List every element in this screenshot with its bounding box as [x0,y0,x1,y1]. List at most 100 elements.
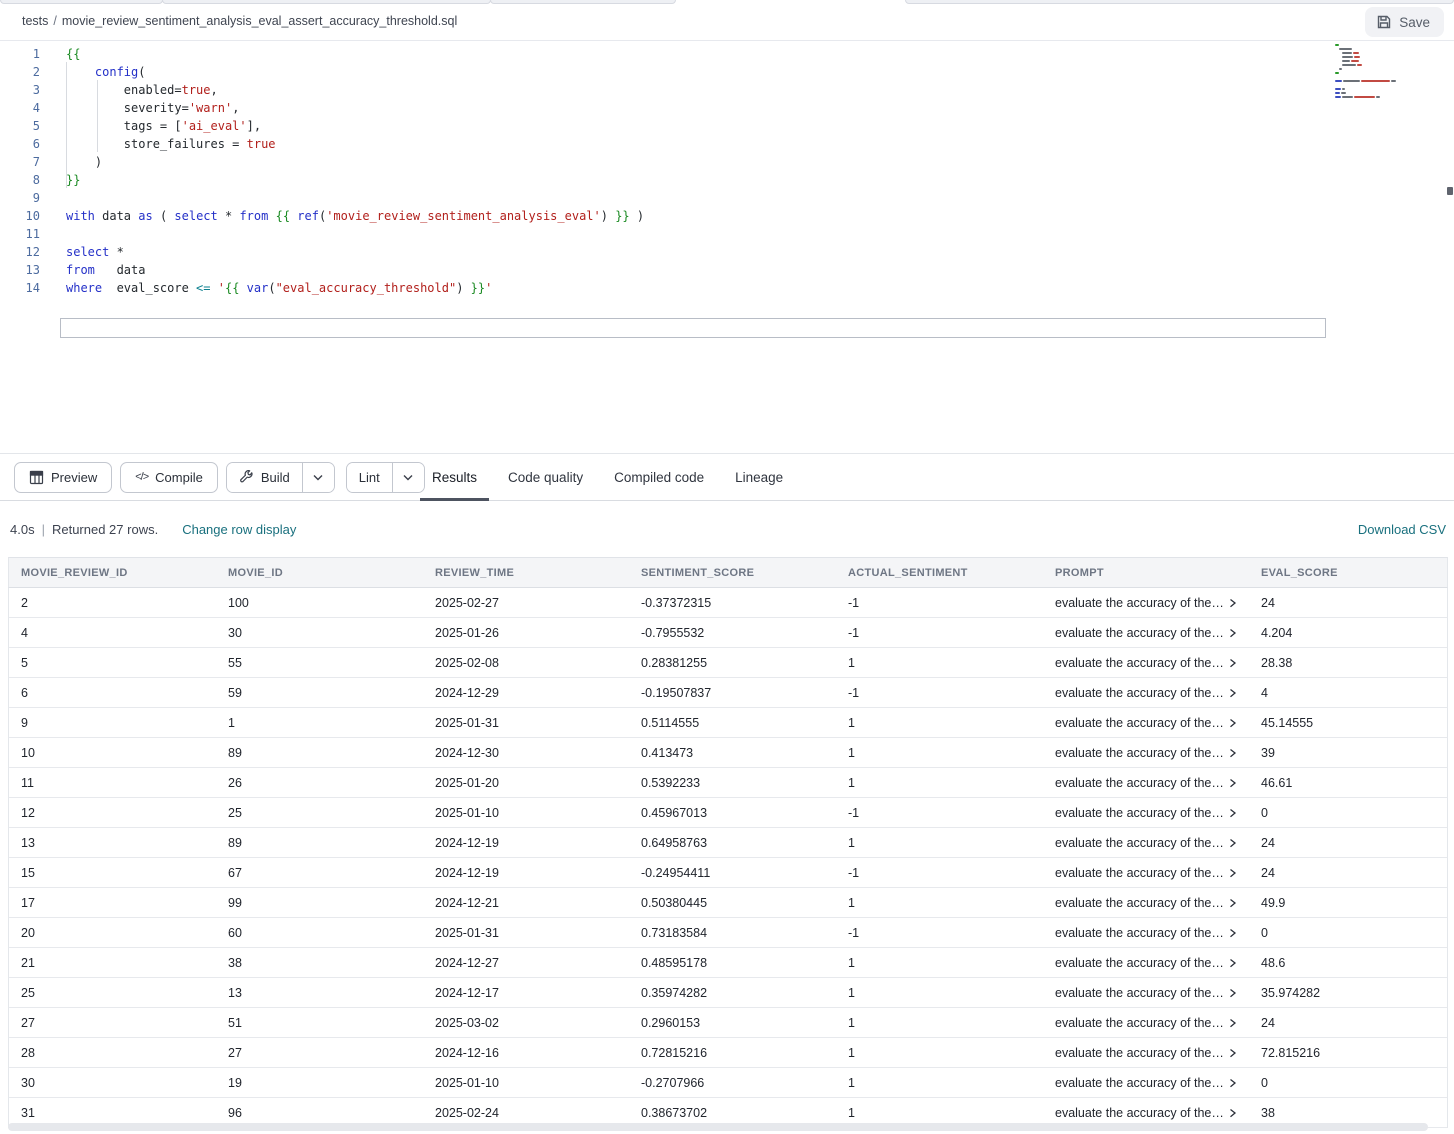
expand-prompt-icon[interactable] [1228,808,1237,818]
tab-results[interactable]: Results [420,454,489,501]
table-row[interactable]: 6592024-12-29-0.19507837-1evaluate the a… [8,678,1448,708]
prompt-text: evaluate the accuracy of the res… [1055,1106,1224,1120]
table-row[interactable]: 27512025-03-020.29601531evaluate the acc… [8,1008,1448,1038]
table-row[interactable]: 912025-01-310.51145551evaluate the accur… [8,708,1448,738]
save-button[interactable]: Save [1365,7,1444,37]
expand-prompt-icon[interactable] [1228,658,1237,668]
expand-prompt-icon[interactable] [1228,748,1237,758]
cell: 0 [1249,918,1447,947]
code-line[interactable]: 13from data [0,261,1454,279]
expand-prompt-icon[interactable] [1228,1108,1237,1118]
code-line[interactable]: 7 ) [0,153,1454,171]
code-line[interactable]: 4 severity='warn', [0,99,1454,117]
code-token: }} [615,209,629,223]
download-csv-link[interactable]: Download CSV [1358,522,1446,537]
code-line[interactable]: 11 [0,225,1454,243]
change-row-display-link[interactable]: Change row display [182,522,296,537]
horizontal-scrollbar-thumb[interactable] [8,1123,1428,1131]
breadcrumb-folder[interactable]: tests [22,14,48,28]
cell: -1 [836,618,1043,647]
table-row[interactable]: 25132024-12-170.359742821evaluate the ac… [8,978,1448,1008]
table-row[interactable]: 28272024-12-160.728152161evaluate the ac… [8,1038,1448,1068]
editor-scrollbar-thumb[interactable] [1447,187,1453,195]
line-number: 9 [0,189,40,207]
code-token: 'movie_review_sentiment_analysis_eval' [326,209,601,223]
code-line[interactable]: 9 [0,189,1454,207]
lint-button[interactable]: Lint [347,463,392,492]
cell: 35.974282 [1249,978,1447,1007]
table-row[interactable]: 20602025-01-310.73183584-1evaluate the a… [8,918,1448,948]
tab-lineage[interactable]: Lineage [723,454,795,501]
cell: 0.45967013 [629,798,836,827]
cell: 28.38 [1249,648,1447,677]
expand-prompt-icon[interactable] [1228,988,1237,998]
expand-prompt-icon[interactable] [1228,958,1237,968]
expand-prompt-icon[interactable] [1228,598,1237,608]
table-row[interactable]: 4302025-01-26-0.7955532-1evaluate the ac… [8,618,1448,648]
minimap[interactable] [1333,44,1428,132]
breadcrumb-file: movie_review_sentiment_analysis_eval_ass… [62,14,457,28]
code-line[interactable]: 14where eval_score <= '{{ var("eval_accu… [0,279,1454,297]
prompt-cell: evaluate the accuracy of the res… [1043,768,1249,797]
expand-prompt-icon[interactable] [1228,778,1237,788]
table-row[interactable]: 17992024-12-210.503804451evaluate the ac… [8,888,1448,918]
prompt-text: evaluate the accuracy of the res… [1055,716,1224,730]
column-header-sentiment_score: SENTIMENT_SCORE [629,558,836,587]
expand-prompt-icon[interactable] [1228,628,1237,638]
table-row[interactable]: 21002025-02-27-0.37372315-1evaluate the … [8,588,1448,618]
expand-prompt-icon[interactable] [1228,838,1237,848]
table-row[interactable]: 10892024-12-300.4134731evaluate the accu… [8,738,1448,768]
cell: 2 [9,588,216,617]
build-dropdown-button[interactable] [302,463,334,492]
cell: 26 [216,768,423,797]
table-row[interactable]: 5552025-02-080.283812551evaluate the acc… [8,648,1448,678]
code-line-text: severity='warn', [40,101,239,115]
preview-button[interactable]: Preview [14,462,112,493]
cell: 2024-12-16 [423,1038,629,1067]
expand-prompt-icon[interactable] [1228,868,1237,878]
tab-compiled-code[interactable]: Compiled code [602,454,716,501]
cell: 19 [216,1068,423,1097]
code-line[interactable]: 1{{ [0,45,1454,63]
cell: 0.5392233 [629,768,836,797]
table-row[interactable]: 12252025-01-100.45967013-1evaluate the a… [8,798,1448,828]
table-row[interactable]: 15672024-12-19-0.24954411-1evaluate the … [8,858,1448,888]
expand-prompt-icon[interactable] [1228,928,1237,938]
code-line-text: {{ [40,47,80,61]
cell: 1 [836,948,1043,977]
table-row[interactable]: 21382024-12-270.485951781evaluate the ac… [8,948,1448,978]
code-line-text: config( [40,65,146,79]
code-line[interactable]: 3 enabled=true, [0,81,1454,99]
code-line[interactable]: 8}} [0,171,1454,189]
cell: 0.73183584 [629,918,836,947]
line-number: 3 [0,81,40,99]
code-token: , [211,83,218,97]
table-row[interactable]: 30192025-01-10-0.27079661evaluate the ac… [8,1068,1448,1098]
expand-prompt-icon[interactable] [1228,1048,1237,1058]
code-line[interactable]: 10with data as ( select * from {{ ref('m… [0,207,1454,225]
code-token: config [95,65,138,79]
code-line[interactable]: 2 config( [0,63,1454,81]
cell: -1 [836,678,1043,707]
cell: 0.35974282 [629,978,836,1007]
cell: 2024-12-17 [423,978,629,1007]
code-line[interactable]: 5 tags = ['ai_eval'], [0,117,1454,135]
cell: 9 [9,708,216,737]
expand-prompt-icon[interactable] [1228,718,1237,728]
code-line[interactable]: 12select * [0,243,1454,261]
code-token: ) [66,155,102,169]
cell: -0.2707966 [629,1068,836,1097]
lint-dropdown-button[interactable] [392,463,424,492]
tab-code-quality[interactable]: Code quality [496,454,595,501]
expand-prompt-icon[interactable] [1228,898,1237,908]
code-line[interactable]: 6 store_failures = true [0,135,1454,153]
cell: 2025-01-26 [423,618,629,647]
table-row[interactable]: 11262025-01-200.53922331evaluate the acc… [8,768,1448,798]
compile-button[interactable]: </> Compile [120,462,218,493]
expand-prompt-icon[interactable] [1228,1018,1237,1028]
table-row[interactable]: 13892024-12-190.649587631evaluate the ac… [8,828,1448,858]
build-button[interactable]: Build [227,463,302,492]
expand-prompt-icon[interactable] [1228,1078,1237,1088]
expand-prompt-icon[interactable] [1228,688,1237,698]
code-editor[interactable]: 1{{2 config(3 enabled=true,4 severity='w… [0,41,1454,453]
